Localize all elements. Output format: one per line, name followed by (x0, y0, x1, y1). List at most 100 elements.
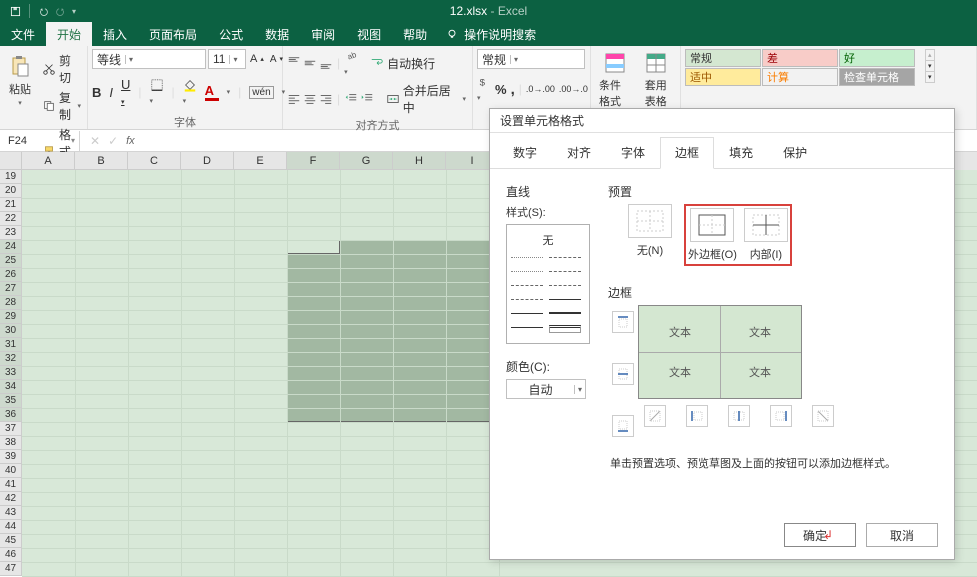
row-header-27[interactable]: 27 (0, 282, 22, 296)
tab-help[interactable]: 帮助 (392, 22, 438, 46)
copy-button[interactable]: 复制▾ (40, 88, 83, 124)
row-header-33[interactable]: 33 (0, 366, 22, 380)
cell-style-bad[interactable]: 差 (762, 49, 838, 67)
row-header-21[interactable]: 21 (0, 198, 22, 212)
style-option-double[interactable] (549, 325, 581, 333)
border-bottom-button[interactable] (612, 415, 634, 437)
cancel-button[interactable]: 取消 (866, 523, 938, 547)
border-left-button[interactable] (686, 405, 708, 427)
number-format-combo[interactable]: 常规▾ (477, 49, 585, 69)
preset-outline-button[interactable] (690, 208, 734, 242)
row-header-31[interactable]: 31 (0, 338, 22, 352)
border-color-combo[interactable]: 自动▾ (506, 379, 586, 399)
paste-button[interactable]: 粘贴 ▾ (4, 53, 36, 109)
cut-button[interactable]: 剪切 (40, 51, 83, 87)
style-option-long-dash[interactable] (511, 299, 543, 307)
row-header-44[interactable]: 44 (0, 520, 22, 534)
row-header-47[interactable]: 47 (0, 562, 22, 576)
tab-page-layout[interactable]: 页面布局 (138, 22, 208, 46)
cell-style-neutral[interactable]: 适中 (685, 68, 761, 86)
style-option-dash-dot-dot[interactable] (549, 285, 581, 293)
col-header-G[interactable]: G (340, 152, 393, 170)
select-all-corner[interactable] (0, 152, 22, 170)
row-header-40[interactable]: 40 (0, 464, 22, 478)
row-header-35[interactable]: 35 (0, 394, 22, 408)
decrease-indent-button[interactable] (344, 92, 358, 106)
tab-review[interactable]: 审阅 (300, 22, 346, 46)
row-header-24[interactable]: 24 (0, 240, 22, 254)
font-name-combo[interactable]: 等线▾ (92, 49, 206, 69)
row-header-41[interactable]: 41 (0, 478, 22, 492)
font-color-button[interactable]: A (205, 83, 219, 101)
row-header-25[interactable]: 25 (0, 254, 22, 268)
bold-button[interactable]: B (92, 85, 101, 100)
border-diag-up-button[interactable] (644, 405, 666, 427)
border-top-button[interactable] (612, 311, 634, 333)
row-header-19[interactable]: 19 (0, 170, 22, 184)
increase-indent-button[interactable] (360, 92, 374, 106)
align-center-button[interactable] (303, 92, 317, 106)
tab-home[interactable]: 开始 (46, 22, 92, 46)
style-option-none[interactable]: 无 (511, 229, 585, 251)
align-bottom-button[interactable] (319, 56, 333, 70)
align-top-button[interactable] (287, 56, 301, 70)
orientation-button[interactable]: ab▾ (344, 49, 358, 77)
italic-button[interactable]: I (109, 85, 113, 100)
qat-customize-icon[interactable]: ▾ (72, 7, 76, 16)
col-header-F[interactable]: F (287, 152, 340, 170)
border-middle-h-button[interactable] (612, 363, 634, 385)
preset-none-button[interactable] (628, 204, 672, 238)
style-option-dash-dot[interactable] (549, 271, 581, 279)
row-header-37[interactable]: 37 (0, 422, 22, 436)
row-header-38[interactable]: 38 (0, 436, 22, 450)
redo-icon[interactable] (55, 6, 66, 17)
border-button[interactable]: ▾ (150, 78, 164, 106)
col-header-A[interactable]: A (22, 152, 75, 170)
style-option-hair[interactable] (511, 327, 543, 335)
style-option-fine-dot[interactable] (511, 271, 543, 279)
save-icon[interactable] (10, 6, 21, 17)
row-header-26[interactable]: 26 (0, 268, 22, 282)
col-header-E[interactable]: E (234, 152, 287, 170)
dlg-tab-number[interactable]: 数字 (498, 137, 552, 168)
dlg-tab-font[interactable]: 字体 (606, 137, 660, 168)
row-header-36[interactable]: 36 (0, 408, 22, 422)
col-header-C[interactable]: C (128, 152, 181, 170)
row-header-32[interactable]: 32 (0, 352, 22, 366)
tab-data[interactable]: 数据 (254, 22, 300, 46)
row-header-42[interactable]: 42 (0, 492, 22, 506)
styles-more[interactable]: ▾ (926, 72, 934, 82)
dlg-tab-fill[interactable]: 填充 (714, 137, 768, 168)
row-header-22[interactable]: 22 (0, 212, 22, 226)
border-middle-v-button[interactable] (728, 405, 750, 427)
row-header-29[interactable]: 29 (0, 310, 22, 324)
cell-style-calc[interactable]: 计算 (762, 68, 838, 86)
row-header-45[interactable]: 45 (0, 534, 22, 548)
row-header-28[interactable]: 28 (0, 296, 22, 310)
decrease-decimal-button[interactable]: .00→.0 (559, 84, 588, 94)
ok-button[interactable]: 确定↲ (784, 523, 856, 547)
style-option-dashed[interactable] (511, 285, 543, 293)
row-header-30[interactable]: 30 (0, 324, 22, 338)
row-header-23[interactable]: 23 (0, 226, 22, 240)
border-diag-down-button[interactable] (812, 405, 834, 427)
style-option-dotted[interactable] (511, 257, 543, 265)
insert-function-button[interactable]: fx (126, 135, 135, 147)
style-option-thick[interactable] (549, 312, 581, 320)
cell-style-good[interactable]: 好 (839, 49, 915, 67)
tab-file[interactable]: 文件 (0, 22, 46, 46)
styles-scroll-up[interactable]: ▴ (926, 50, 934, 61)
border-right-button[interactable] (770, 405, 792, 427)
increase-font-button[interactable]: A▴ (248, 49, 266, 69)
styles-scroll-down[interactable]: ▾ (926, 61, 934, 72)
tab-insert[interactable]: 插入 (92, 22, 138, 46)
style-option-thin[interactable] (511, 313, 543, 321)
accounting-format-button[interactable]: $▾ (477, 75, 491, 103)
wrap-text-button[interactable]: 自动换行 (368, 54, 437, 73)
style-option-medium[interactable] (549, 299, 581, 307)
tab-formulas[interactable]: 公式 (208, 22, 254, 46)
border-preview[interactable]: 文本 文本 文本 文本 (638, 305, 802, 399)
align-middle-button[interactable] (303, 56, 317, 70)
increase-decimal-button[interactable]: .0→.00 (526, 84, 555, 94)
name-box[interactable]: F24▾ (0, 131, 80, 151)
